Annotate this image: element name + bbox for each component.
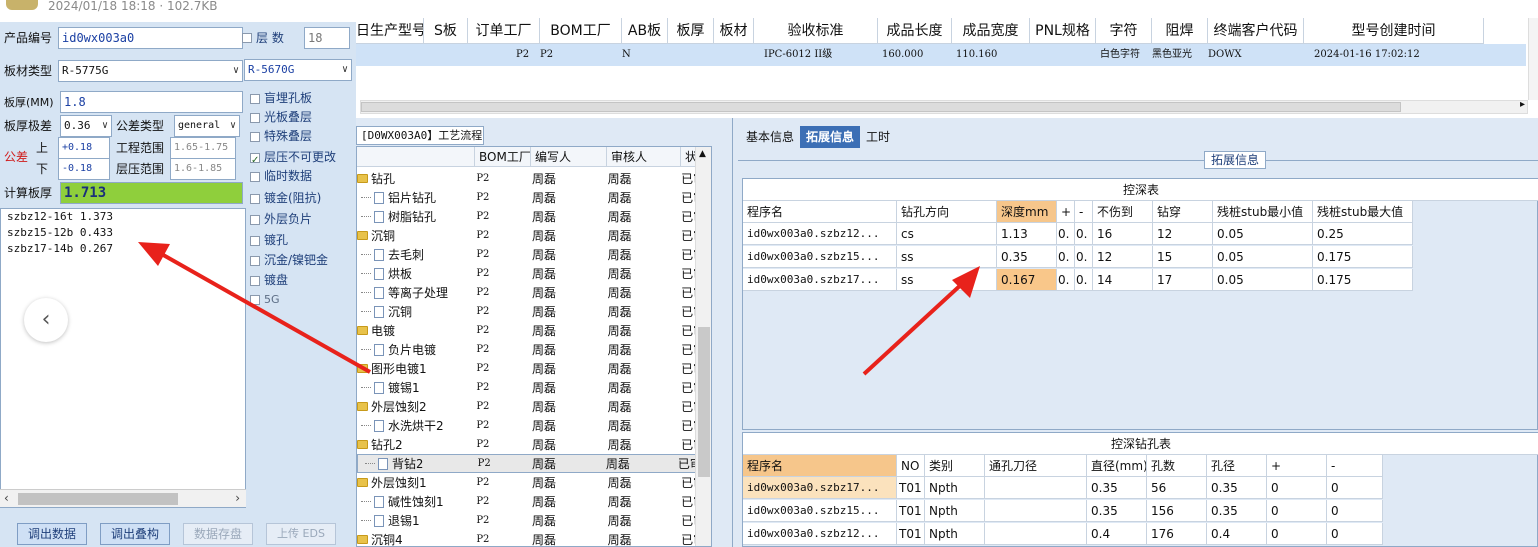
- annotation-arrows: [138, 242, 980, 376]
- arrow-left: [138, 242, 371, 374]
- arrow-right: [862, 266, 980, 376]
